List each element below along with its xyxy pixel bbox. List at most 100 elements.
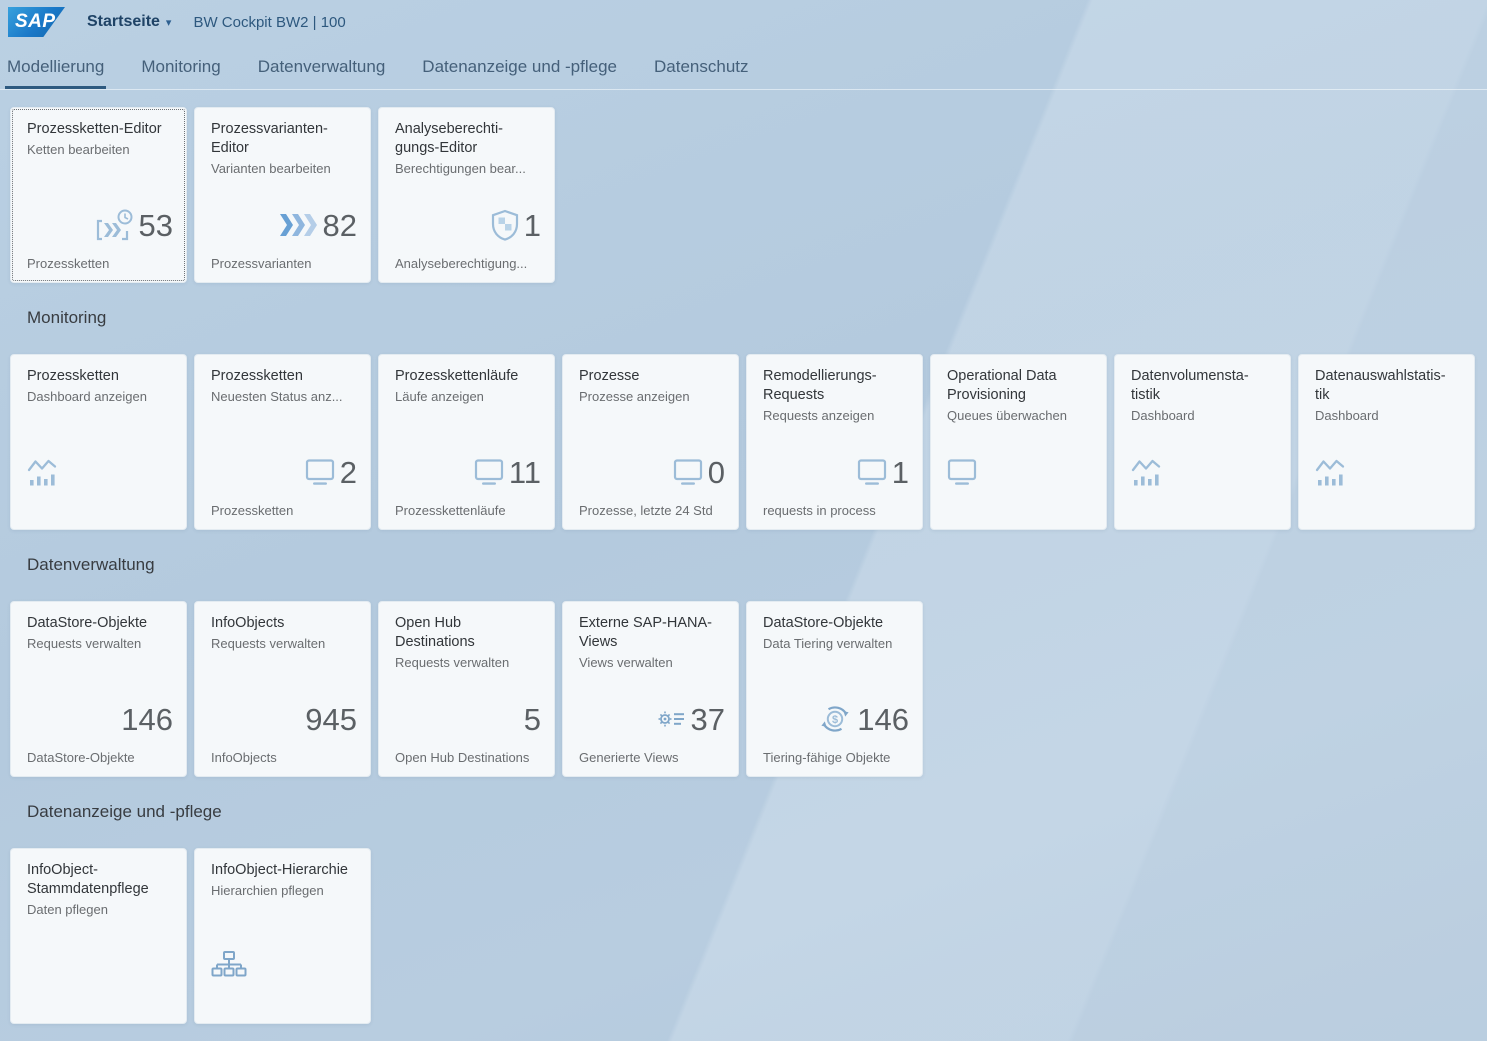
tile-kpi — [27, 449, 173, 495]
tile-title: InfoObjects — [211, 614, 354, 633]
tile-title: Prozesse — [579, 367, 722, 386]
tile-title: Prozessketten — [27, 367, 170, 386]
tile-subtitle: Dashboard — [1131, 408, 1274, 423]
tile-subtitle: Hierarchien pflegen — [211, 883, 354, 898]
tile-prozessvarianten-editor[interactable]: Prozessvarianten-Editor Varianten bearbei… — [194, 107, 371, 283]
tile-title: Prozessvarianten-Editor — [211, 120, 354, 158]
section-title-monitoring: Monitoring — [27, 308, 1477, 328]
tile-kpi: 82 — [211, 202, 357, 248]
tile-remodellierungs-requests[interactable]: Remodellierungs-RequestsRequests anzeige… — [746, 354, 923, 530]
tile-subtitle: Varianten bearbeiten — [211, 161, 354, 176]
tile-subtitle: Ketten bearbeiten — [27, 142, 170, 157]
sap-logo-text: SAP — [15, 11, 56, 33]
nav-title-label: Startseite — [87, 13, 160, 31]
tile-subtitle: Dashboard — [1315, 408, 1458, 423]
line-chart-icon — [27, 457, 57, 487]
tile-title: Operational Data Provisioning — [947, 367, 1090, 405]
tile-kpi — [947, 449, 1093, 495]
tile-kpi-value: 53 — [139, 210, 173, 241]
tile-subtitle: Daten pflegen — [27, 902, 170, 917]
tile-externe-sap-hana-views[interactable]: Externe SAP-HANA-Views Views verwalten 37… — [562, 601, 739, 777]
tile-kpi: 37 — [579, 696, 725, 742]
tile-analyseberechti-gungs-editor[interactable]: Analyseberechti-gungs-EditorBerechtigung… — [378, 107, 555, 283]
tile-kpi — [1131, 449, 1277, 495]
tile-title: Prozessketten-Editor — [27, 120, 170, 139]
tile-kpi-value: 0 — [708, 457, 725, 488]
tile-footer: Prozessketten — [27, 256, 173, 271]
tile-infoobject-hierarchie[interactable]: InfoObject-Hierarchie Hierarchien pflegen — [194, 848, 371, 1024]
tile-infoobjects[interactable]: InfoObjectsRequests verwalten945InfoObje… — [194, 601, 371, 777]
tile-footer: Prozesse, letzte 24 Std — [579, 503, 725, 518]
tile-title: Datenvolumensta-tistik — [1131, 367, 1274, 405]
shield-icon — [491, 209, 519, 241]
tile-footer: Tiering-fähige Objekte — [763, 750, 909, 765]
tile-prozesskettenl-ufe[interactable]: ProzesskettenläufeLäufe anzeigen 11Proze… — [378, 354, 555, 530]
tile-kpi: 53 — [27, 202, 173, 248]
money-transfer-icon: $ — [818, 704, 852, 734]
tile-datastore-objekte[interactable]: DataStore-ObjekteRequests verwalten146Da… — [10, 601, 187, 777]
tab-datenschutz[interactable]: Datenschutz — [652, 44, 751, 89]
tile-title: InfoObject-Stammdatenpflege — [27, 861, 170, 899]
process-chain-icon — [94, 208, 134, 242]
tab-datenverwaltung[interactable]: Datenverwaltung — [256, 44, 388, 89]
tile-title: InfoObject-Hierarchie — [211, 861, 354, 880]
tile-subtitle: Requests verwalten — [211, 636, 354, 651]
tile-kpi: 146 — [27, 696, 173, 742]
tile-subtitle: Requests anzeigen — [763, 408, 906, 423]
tile-footer: Prozessvarianten — [211, 256, 357, 271]
tile-prozesse[interactable]: ProzesseProzesse anzeigen 0Prozesse, let… — [562, 354, 739, 530]
tile-row: ProzesskettenDashboard anzeigen Prozessk… — [10, 354, 1477, 530]
tile-datastore-objekte[interactable]: DataStore-ObjekteData Tiering verwalten … — [746, 601, 923, 777]
tile-title: Prozesskettenläufe — [395, 367, 538, 386]
tile-datenauswahlstatis-tik[interactable]: Datenauswahlstatis-tik Dashboard — [1298, 354, 1475, 530]
tile-footer: requests in process — [763, 503, 909, 518]
tile-footer: Open Hub Destinations — [395, 750, 541, 765]
tab-datenanzeige-und-pflege[interactable]: Datenanzeige und -pflege — [420, 44, 619, 89]
tab-modellierung[interactable]: Modellierung — [5, 44, 106, 89]
monitor-icon — [673, 458, 703, 486]
line-chart-icon — [1315, 457, 1345, 487]
monitor-icon — [474, 458, 504, 486]
tile-title: Datenauswahlstatis-tik — [1315, 367, 1458, 405]
section-title-datenanzeige-und-pflege: Datenanzeige und -pflege — [27, 802, 1477, 822]
tile-footer: Prozessketten — [211, 503, 357, 518]
tile-kpi-value: 146 — [121, 704, 173, 735]
tile-kpi-value: 11 — [509, 457, 541, 488]
tile-row: Prozessketten-Editor Ketten bearbeiten 53… — [10, 107, 1477, 283]
tile-infoobject-stammdatenpflege[interactable]: InfoObject-Stammdatenpflege Daten pflegen — [10, 848, 187, 1024]
app-title: BW Cockpit BW2 | 100 — [193, 14, 345, 31]
tile-footer: DataStore-Objekte — [27, 750, 173, 765]
tile-kpi — [211, 943, 357, 989]
tile-subtitle: Requests verwalten — [395, 655, 538, 670]
tile-kpi-value: 37 — [691, 704, 725, 735]
tile-footer: Generierte Views — [579, 750, 725, 765]
shell-header: SAP Startseite ▾ BW Cockpit BW2 | 100 — [0, 0, 1487, 44]
tile-subtitle: Queues überwachen — [947, 408, 1090, 423]
monitor-icon — [305, 458, 335, 486]
tile-content: Prozessketten-EditorKetten bearbeiten 53… — [0, 90, 1487, 1024]
tile-prozessketten-editor[interactable]: Prozessketten-Editor Ketten bearbeiten 53… — [10, 107, 187, 283]
tile-kpi-value: 2 — [340, 457, 357, 488]
tab-monitoring[interactable]: Monitoring — [139, 44, 222, 89]
tile-open-hub-destinations[interactable]: Open Hub Destinations Requests verwalten 5… — [378, 601, 555, 777]
tile-kpi-value: 82 — [323, 210, 357, 241]
startseite-menu-button[interactable]: Startseite ▾ — [87, 13, 171, 31]
monitor-icon — [947, 458, 977, 486]
tile-kpi: 1 — [395, 202, 541, 248]
tile-prozessketten[interactable]: ProzesskettenNeuesten Status anz... 2Pro… — [194, 354, 371, 530]
tile-kpi: 5 — [395, 696, 541, 742]
tile-prozessketten[interactable]: ProzesskettenDashboard anzeigen — [10, 354, 187, 530]
gear-list-icon — [658, 710, 686, 728]
tile-operational-data-provisioning[interactable]: Operational Data Provisioning Queues über… — [930, 354, 1107, 530]
tile-kpi: 0 — [579, 449, 725, 495]
tile-title: Externe SAP-HANA-Views — [579, 614, 722, 652]
tile-footer: InfoObjects — [211, 750, 357, 765]
sap-logo-icon: SAP — [8, 7, 65, 37]
tile-title: Open Hub Destinations — [395, 614, 538, 652]
tile-subtitle: Data Tiering verwalten — [763, 636, 906, 651]
tile-subtitle: Views verwalten — [579, 655, 722, 670]
tile-datenvolumensta-tistik[interactable]: Datenvolumensta-tistik Dashboard — [1114, 354, 1291, 530]
tile-subtitle: Requests verwalten — [27, 636, 170, 651]
tile-subtitle: Berechtigungen bear... — [395, 161, 538, 176]
tile-row: InfoObject-Stammdatenpflege Daten pflegen… — [10, 848, 1477, 1024]
